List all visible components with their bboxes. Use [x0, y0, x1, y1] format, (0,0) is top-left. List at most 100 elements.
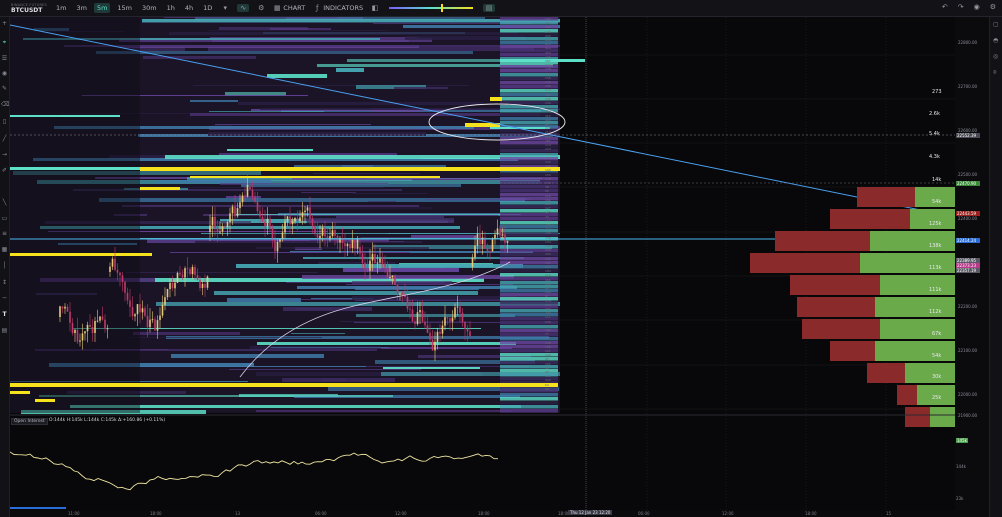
candle-body: [144, 308, 146, 316]
symbol-selector[interactable]: BINANCE FUTURES BTCUSDT: [0, 2, 51, 14]
pencil-icon[interactable]: ✐: [1, 167, 8, 174]
expand-icon[interactable]: ▢: [993, 21, 1000, 28]
heatmap-band: [238, 102, 483, 105]
orderbook-ladder: 196 187 243 176 205 193 214 311 253 245 281 183 238 1…: [545, 17, 559, 413]
timeframe-30m[interactable]: 30m: [139, 3, 160, 13]
camera-icon[interactable]: ◉: [974, 3, 980, 11]
candle-body: [274, 239, 276, 252]
chat-icon[interactable]: ◎: [993, 53, 1000, 60]
heatmap-band: [193, 85, 469, 86]
timeframe-3m[interactable]: 3m: [73, 3, 89, 13]
chart-button[interactable]: ▦ CHART: [273, 4, 305, 12]
candle-body: [224, 226, 226, 228]
liquidity-bar: [10, 383, 558, 387]
timeframe-1d[interactable]: 1D: [200, 3, 215, 13]
candle-body: [79, 340, 81, 342]
fib-icon[interactable]: ≡: [1, 230, 8, 237]
candle-body: [114, 258, 116, 270]
heatmap-band: [142, 22, 560, 23]
candle-body: [189, 268, 191, 275]
pan-icon[interactable]: ☰: [1, 55, 8, 62]
eraser-icon[interactable]: ⌫: [1, 101, 9, 108]
candle-body: [94, 321, 96, 333]
timeframe-4h[interactable]: 4h: [182, 3, 196, 13]
candle-body: [439, 331, 441, 334]
trendline-icon[interactable]: ╱: [1, 135, 8, 142]
candle-body: [346, 243, 349, 247]
redo-icon[interactable]: ↷: [958, 3, 964, 11]
price-scale[interactable]: 22800.00 22700.00 22600.00 22500.00 22400.00…: [955, 17, 989, 418]
volume-profile-sell: [750, 253, 860, 273]
brush-icon[interactable]: ✎: [1, 85, 8, 92]
draw-line-icon[interactable]: ╲: [1, 199, 8, 206]
rectangle-icon[interactable]: ▭: [1, 215, 8, 222]
candle-body: [306, 207, 309, 211]
volume-label: 112k: [929, 309, 942, 315]
heatmap-band: [339, 241, 404, 242]
heatmap-slider[interactable]: [389, 4, 474, 12]
trash-icon[interactable]: ▯: [1, 118, 8, 125]
timeframe-1m[interactable]: 1m: [53, 3, 69, 13]
heatmap-band: [411, 235, 478, 238]
open-interest-label[interactable]: Open Interest: [11, 418, 48, 425]
crosshair-icon[interactable]: +: [1, 20, 8, 27]
eye-icon[interactable]: ◉: [1, 70, 8, 77]
text-icon[interactable]: T: [1, 311, 8, 318]
candle-body: [151, 319, 154, 321]
layout-icon[interactable]: ▤: [483, 4, 496, 12]
undo-icon[interactable]: ↶: [942, 3, 948, 11]
candle-body: [406, 296, 409, 309]
time-label: 18:00: [478, 511, 490, 516]
volume-profile-sell: [897, 385, 917, 405]
location-icon[interactable]: ⌾: [993, 69, 1000, 76]
chart-canvas[interactable]: [10, 17, 955, 510]
candle-body: [286, 216, 289, 222]
candle-body: [319, 235, 321, 239]
heatmap-band: [122, 205, 419, 207]
heatmap-band: [170, 252, 410, 253]
line-type-icon[interactable]: ∿: [237, 4, 250, 12]
candle-body: [156, 320, 159, 331]
horizontal-line-icon[interactable]: ─: [1, 295, 8, 302]
price-label: 22100.00: [958, 348, 978, 353]
cursor-icon[interactable]: ⌖: [1, 39, 8, 46]
candle-body: [61, 306, 64, 309]
oi-scale-label: 23k: [956, 496, 964, 501]
grid-icon[interactable]: ▦: [1, 246, 8, 253]
candle-body: [129, 300, 131, 307]
timeframe-15m[interactable]: 15m: [114, 3, 135, 13]
indicators-button[interactable]: ƒ INDICATORS: [313, 4, 363, 12]
timeframe-5m[interactable]: 5m: [93, 3, 111, 13]
timeframe-1h[interactable]: 1h: [164, 3, 178, 13]
candle-body: [201, 283, 204, 289]
candle-body: [124, 281, 126, 293]
timeframe-dropdown-icon[interactable]: ▾: [221, 4, 229, 12]
ray-icon[interactable]: →: [1, 151, 8, 158]
user-icon[interactable]: ◓: [993, 37, 1000, 44]
candle-body: [204, 283, 206, 288]
volume-profile-buy: [930, 407, 955, 427]
candle-body: [146, 315, 149, 328]
settings-icon[interactable]: ⚙: [257, 4, 265, 12]
time-label: 12:00: [722, 511, 734, 516]
candle-body: [304, 210, 306, 213]
heatmap-range-icon[interactable]: ◧: [371, 4, 379, 12]
time-axis[interactable]: 11:00 18:00 13 06:00 12:00 18:00 18:00 06:00 12:…: [10, 510, 955, 517]
candle-body: [464, 322, 466, 329]
candle-body: [179, 272, 181, 275]
heatmap-band: [208, 132, 426, 136]
candle-body: [136, 304, 139, 315]
slider-knob[interactable]: [441, 4, 444, 12]
chart-scrollbar[interactable]: [10, 507, 66, 509]
candle-body: [426, 325, 429, 333]
candle-body: [174, 282, 176, 289]
heatmap-band: [336, 68, 364, 72]
vertical-line-icon[interactable]: │: [1, 262, 8, 269]
measure-icon[interactable]: ↕: [1, 279, 8, 286]
note-icon[interactable]: ▤: [1, 327, 8, 334]
candle-body: [396, 284, 399, 294]
candle-body: [206, 276, 209, 288]
settings-icon[interactable]: ⚙: [990, 3, 996, 11]
candle-body: [389, 277, 391, 279]
candle-body: [434, 341, 436, 351]
